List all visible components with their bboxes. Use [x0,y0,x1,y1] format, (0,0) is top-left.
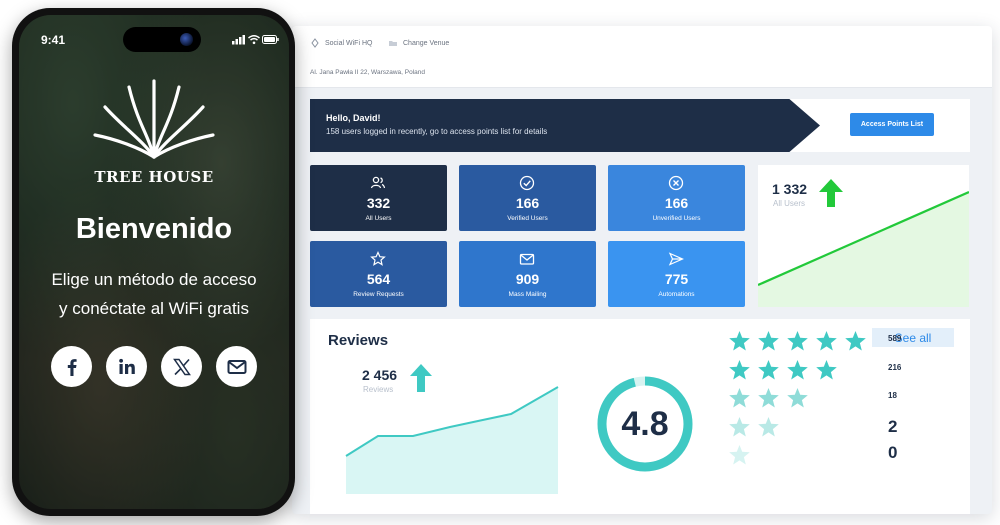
star-icon [787,388,808,408]
star-icon [816,331,837,351]
access-instruction-line2: y conéctate al WiFi gratis [59,299,249,318]
x-login-button[interactable] [161,346,202,387]
send-icon [668,252,684,266]
arrow-up-icon [819,179,843,207]
star-icon [370,251,386,266]
tile-label: All Users [365,215,392,222]
camera-icon [180,33,193,46]
rating-row [728,416,780,438]
rating-count: 0 [888,443,898,462]
tile-value: 166 [664,195,689,211]
tile-value: 332 [366,195,391,211]
all-users-growth-card: 1 332 All Users [758,165,969,307]
rating-row [728,330,867,352]
facebook-login-button[interactable] [51,346,92,387]
battery-icon [262,35,279,44]
reviews-total: 2 456 [362,367,398,383]
users-icon [370,176,386,189]
change-venue-link[interactable]: Change Venue [388,38,449,48]
rating-row [728,444,751,466]
all-users-trend-area [758,192,969,307]
reviews-caption: Reviews [363,385,394,394]
email-login-button[interactable] [216,346,257,387]
check-circle-icon [519,175,535,191]
reviews-section: Reviews See all 2 456 Reviews 4.8 589 216… [310,319,970,514]
star-icon [845,331,866,351]
facebook-icon [67,358,77,376]
wifi-icon [248,35,260,45]
star-icon [729,445,750,465]
tile-label: Unverified Users [652,215,701,222]
star-icon [816,360,837,380]
rating-row [728,387,809,409]
phone-mockup: 9:41 TREE HOUSE Bienvenido Elige un méto… [12,8,295,516]
greeting-subtitle: 158 users logged in recently, go to acce… [326,127,548,136]
tile-unverified-users[interactable]: 166 Unverified Users [608,165,745,231]
folder-icon [389,41,397,46]
map-pin-icon [311,38,319,48]
tile-label: Mass Mailing [508,291,547,298]
star-icon [729,360,750,380]
all-users-caption: All Users [773,199,806,208]
rating-count: 216 [888,363,902,372]
rating-count: 18 [888,391,897,400]
tile-all-users[interactable]: 332 All Users [310,165,447,231]
star-icon [729,388,750,408]
tile-label: Review Requests [353,291,404,298]
tile-verified-users[interactable]: 166 Verified Users [459,165,596,231]
all-users-total: 1 332 [772,181,808,197]
status-icons [232,35,279,45]
status-time: 9:41 [41,33,66,47]
tile-value: 166 [515,195,540,211]
linkedin-login-button[interactable] [106,346,147,387]
star-icon [758,360,779,380]
tile-automations[interactable]: 775 Automations [608,241,745,307]
reviews-trend-area [346,387,558,494]
star-icon [758,331,779,351]
star-icon [729,331,750,351]
tile-review-requests[interactable]: 564 Review Requests [310,241,447,307]
star-icon [758,388,779,408]
venue-hq-link[interactable]: Social WiFi HQ [310,38,372,48]
marketing-composite: Social WiFi HQ Change Venue Al. Jana Paw… [0,0,1000,525]
tile-value: 909 [515,271,540,287]
arrow-up-icon [410,364,432,392]
venue-hq-label: Social WiFi HQ [325,39,373,47]
rating-count: 2 [888,417,898,436]
greeting-banner: Hello, David! 158 users logged in recent… [310,99,820,152]
mail-icon [227,359,246,374]
star-icon [787,360,808,380]
dashboard-header: Social WiFi HQ Change Venue Al. Jana Paw… [292,26,992,88]
access-instruction-line1: Elige un método de acceso [51,270,257,289]
tile-label: Verified Users [507,215,548,222]
welcome-heading: Bienvenido [75,213,233,245]
change-venue-label: Change Venue [403,39,450,47]
signal-icon [232,35,245,45]
star-icon [787,331,808,351]
mail-icon [519,253,535,265]
dashboard-panel: Social WiFi HQ Change Venue Al. Jana Paw… [292,26,992,514]
tile-value: 775 [664,271,689,287]
x-icon [172,358,191,375]
average-rating: 4.8 [621,404,669,443]
star-icon [758,417,779,437]
brand-name: TREE HOUSE [94,168,214,186]
tile-label: Automations [658,291,695,298]
greeting-title: Hello, David! [326,113,381,123]
captive-portal-screen: 9:41 TREE HOUSE Bienvenido Elige un méto… [19,15,289,509]
see-all-button[interactable]: See all [872,328,954,347]
dynamic-island [123,27,201,52]
tile-value: 564 [366,271,391,287]
linkedin-icon [118,358,135,374]
access-points-list-button[interactable]: Access Points List [850,113,934,136]
tree-house-logo [93,79,215,159]
x-circle-icon [668,175,684,191]
reviews-trend-chart [345,386,559,494]
venue-address: Al. Jana Pawła II 22, Warszawa, Poland [310,69,426,76]
tile-mass-mailing[interactable]: 909 Mass Mailing [459,241,596,307]
star-icon [729,417,750,437]
rating-row [728,359,838,381]
rating-count: 589 [888,334,902,343]
